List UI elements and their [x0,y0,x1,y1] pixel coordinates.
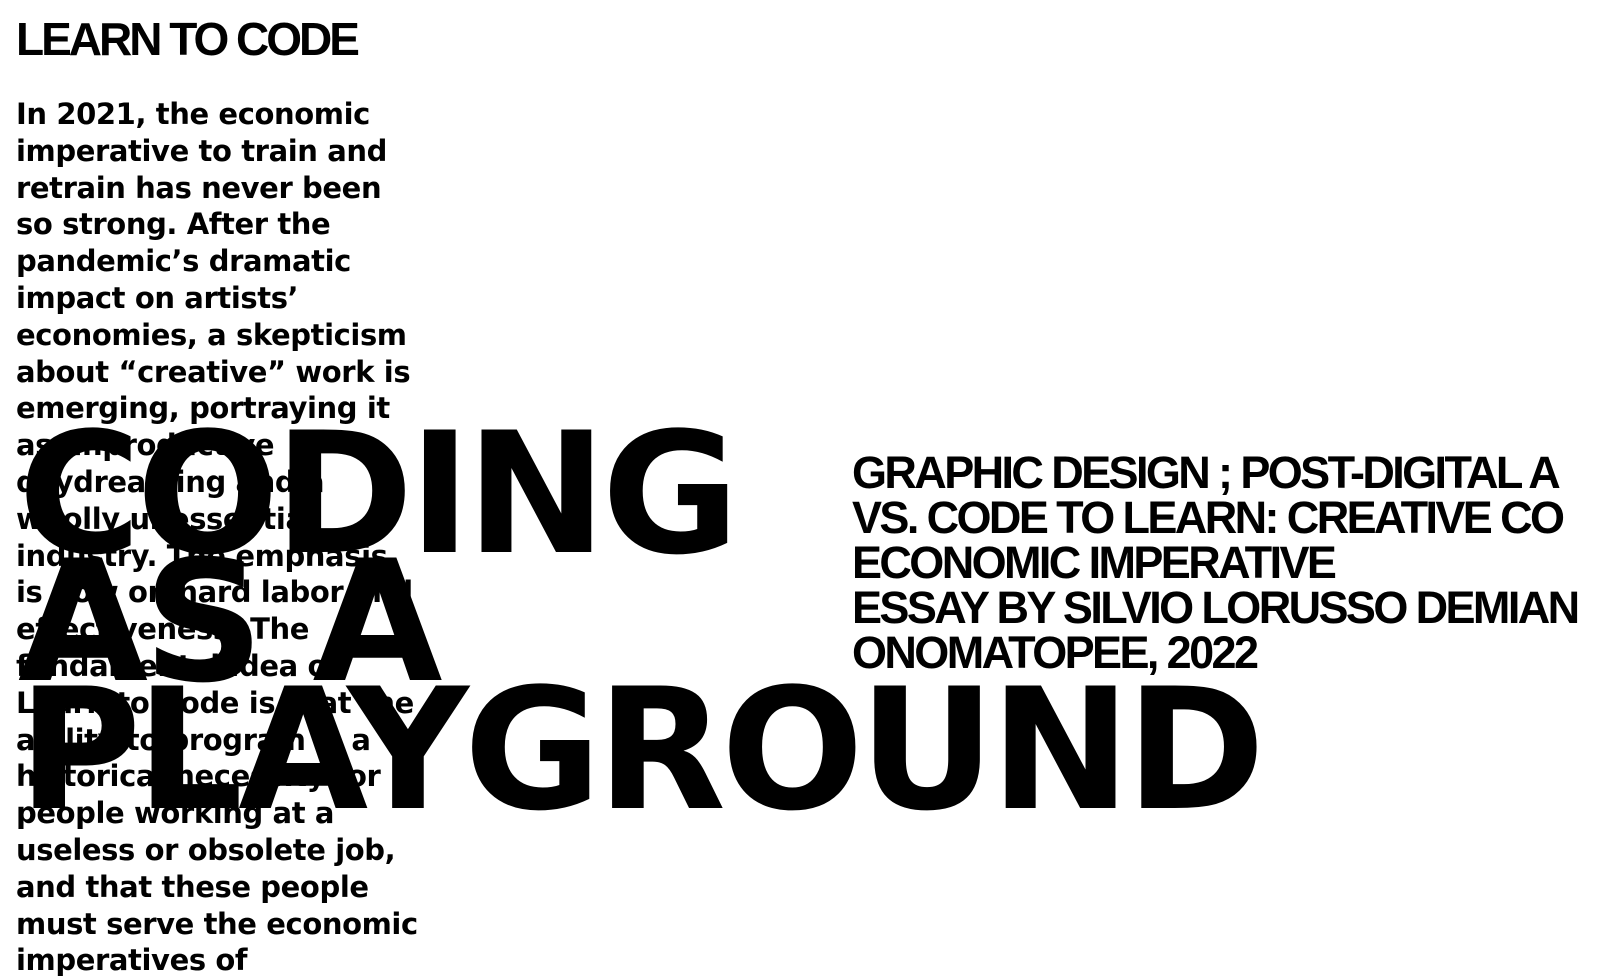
meta-line-author: ESSAY BY SILVIO LORUSSO DEMIAN [852,582,1580,633]
headline-line-3: PLAYGROUND [18,652,1265,848]
meta-line-publisher: ONOMATOPEE, 2022 [852,627,1259,675]
page: LEARN TO CODE In 2021, the economic impe… [0,0,1622,976]
publication-meta: GRAPHIC DESIGN ; POST-DIGITAL A VS. CODE… [852,450,1622,675]
meta-line-subject: GRAPHIC DESIGN ; POST-DIGITAL A [852,450,1561,498]
meta-line-title: VS. CODE TO LEARN: CREATIVE CO [852,492,1565,543]
meta-line-title-cont: ECONOMIC IMPERATIVE [852,537,1337,588]
section-title: LEARN TO CODE [16,13,360,65]
